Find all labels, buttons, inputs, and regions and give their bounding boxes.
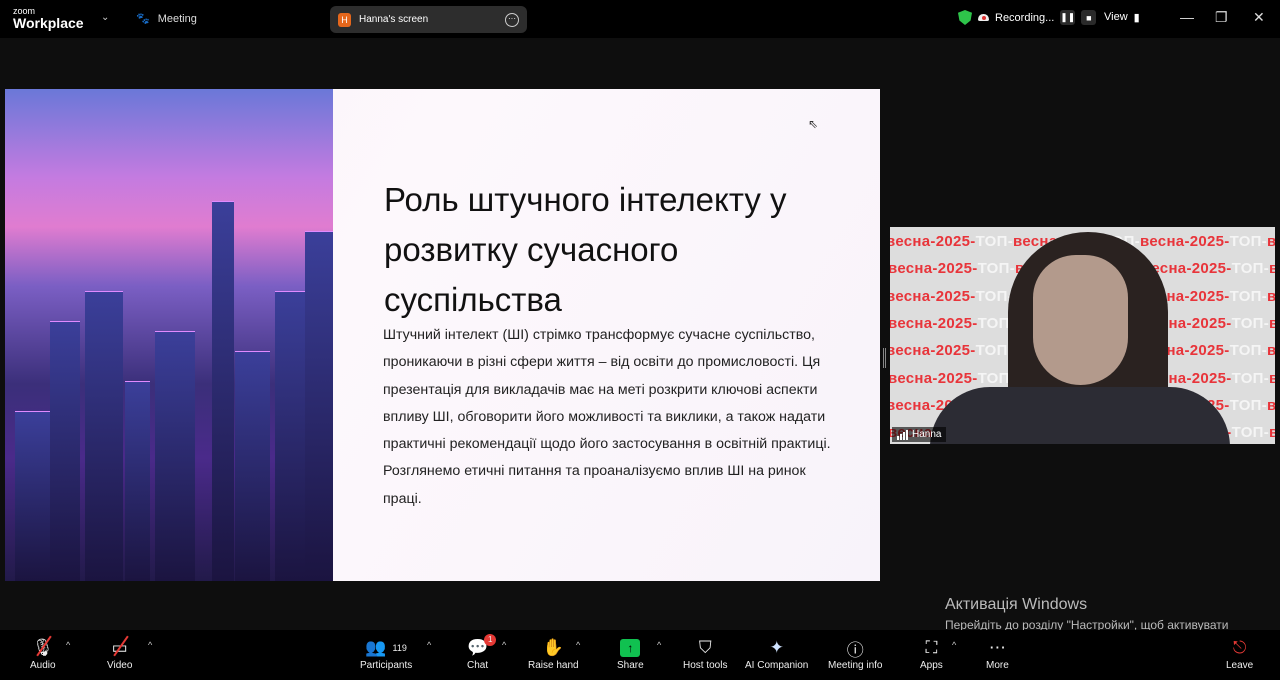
zoom-logo: zoom Workplace (13, 6, 84, 31)
title-bar: zoom Workplace ⌄ 🐾 Meeting H Hanna's scree… (0, 0, 1280, 38)
leave-icon: ⎋ (1232, 638, 1247, 657)
more-button[interactable]: ⋯ More (986, 636, 1009, 671)
city-illustration (5, 89, 333, 581)
maximize-button[interactable]: ❐ (1215, 9, 1228, 26)
microphone-muted-icon: 🎙 (32, 636, 54, 660)
more-icon: ⋯ (988, 638, 1006, 657)
participant-video-hanna[interactable]: весна-2025-ТОП-весна-2025-ТОП-весна-2025… (890, 227, 1275, 444)
meeting-info-button[interactable]: ⓘ Meeting info (828, 636, 882, 672)
participant-face (1033, 255, 1128, 385)
chat-icon: 💬 1 (467, 634, 497, 660)
sparkle-icon: ✦ (769, 638, 784, 657)
close-button[interactable]: ✕ (1253, 9, 1265, 26)
participants-icon: 👥 119 (365, 638, 407, 657)
video-button[interactable]: ▭ Video (107, 636, 132, 671)
meeting-toolbar: 🎙 Audio ^ ▭ Video ^ 👥 119 Participants ^ 💬 1 C… (0, 630, 1280, 680)
participant-shirt (930, 387, 1230, 444)
reactions-caret[interactable]: ^ (576, 640, 580, 650)
mouse-cursor-icon: ⇖ (808, 117, 819, 131)
view-icon: ▮ (1133, 12, 1140, 24)
stop-recording-button[interactable]: ■ (1081, 10, 1097, 25)
pause-recording-button[interactable]: ❚❚ (1060, 10, 1075, 25)
chevron-down-icon[interactable]: ⌄ (101, 12, 109, 23)
resize-handle[interactable] (883, 348, 886, 368)
audio-button[interactable]: 🎙 Audio (30, 636, 56, 671)
video-options-caret[interactable]: ^ (148, 640, 152, 650)
apps-icon: ⛶ (925, 638, 938, 657)
cloud-recording-icon (978, 14, 989, 21)
apps-button[interactable]: ⛶ Apps (920, 636, 943, 671)
slide-body: Штучний інтелект (ШІ) стрімко трансформу… (383, 327, 831, 507)
share-arrow-icon: ↑ (620, 639, 641, 657)
chat-unread-badge: 1 (484, 634, 497, 646)
chat-options-caret[interactable]: ^ (502, 640, 506, 650)
minimize-button[interactable]: — (1180, 9, 1194, 25)
share-label: Hanna's screen (359, 14, 429, 25)
audio-options-caret[interactable]: ^ (66, 640, 70, 650)
participant-name-label: Hanna (892, 427, 947, 442)
raise-hand-button[interactable]: ✋ Raise hand (528, 636, 579, 671)
shared-slide: Роль штучного інтелекту у розвитку сучас… (5, 89, 880, 581)
view-button[interactable]: View ▮ (1104, 11, 1140, 24)
share-button[interactable]: ↑ Share (617, 636, 644, 671)
sharer-avatar: H (338, 12, 351, 27)
host-tools-button[interactable]: ⛉ Host tools (683, 636, 727, 671)
screen-share-indicator[interactable]: H Hanna's screen ··· (330, 6, 527, 33)
camera-off-icon: ▭ (112, 636, 128, 660)
info-icon: ⓘ (846, 640, 864, 660)
participants-options-caret[interactable]: ^ (427, 640, 431, 650)
meeting-menu[interactable]: 🐾 Meeting (136, 12, 197, 26)
ai-companion-button[interactable]: ✦ AI Companion (745, 636, 808, 671)
chat-button[interactable]: 💬 1 Chat (467, 634, 497, 671)
more-options-icon[interactable]: ··· (505, 12, 519, 27)
apps-options-caret[interactable]: ^ (952, 640, 956, 650)
share-options-caret[interactable]: ^ (657, 640, 661, 650)
recording-label: Recording... (995, 11, 1055, 24)
shield-icon: ⛉ (698, 638, 712, 657)
signal-strength-icon (897, 429, 908, 440)
participants-button[interactable]: 👥 119 Participants (360, 636, 412, 671)
paw-icon: 🐾 (136, 13, 150, 25)
leave-button[interactable]: ⎋ Leave (1226, 636, 1253, 671)
encryption-shield-icon[interactable] (958, 10, 972, 25)
hand-icon: ✋ (542, 638, 564, 657)
recording-status: Recording... ❚❚ ■ (958, 10, 1097, 25)
slide-title: Роль штучного інтелекту у розвитку сучас… (384, 181, 787, 318)
